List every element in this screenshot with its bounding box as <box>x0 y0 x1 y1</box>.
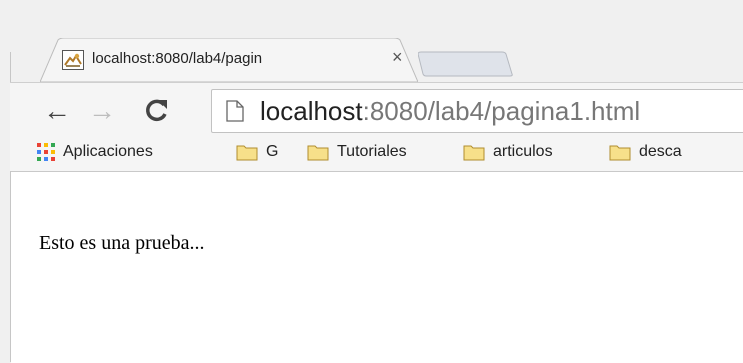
window-left-frame <box>0 0 11 362</box>
bookmark-label: desca <box>639 143 682 161</box>
bookmarks-bar: Aplicaciones G Tutoriales articulos desc… <box>10 139 743 169</box>
active-tab[interactable]: localhost:8080/lab4/pagin × <box>40 38 418 82</box>
bookmark-folder-desca[interactable]: desca <box>609 143 682 161</box>
page-text: Esto es una prueba... <box>39 232 205 254</box>
close-tab-icon[interactable]: × <box>392 47 403 68</box>
bookmark-label: Aplicaciones <box>63 143 153 161</box>
url-host: localhost <box>260 96 363 126</box>
bookmark-aplicaciones[interactable]: Aplicaciones <box>37 143 153 161</box>
browser-toolbar: ← → localhost:8080/lab4/pagina1.html Apl… <box>10 82 743 171</box>
forward-arrow-icon[interactable]: → <box>88 97 116 125</box>
folder-icon <box>463 145 485 161</box>
apps-grid-icon <box>37 143 55 161</box>
folder-icon <box>307 145 329 161</box>
bookmark-folder-g[interactable]: G <box>236 143 278 161</box>
tomcat-icon <box>62 50 84 70</box>
reload-icon[interactable] <box>144 97 170 123</box>
bookmark-label: articulos <box>493 143 553 161</box>
bookmark-label: Tutoriales <box>337 143 407 161</box>
bookmark-folder-tutoriales[interactable]: Tutoriales <box>307 143 407 161</box>
back-arrow-icon[interactable]: ← <box>43 97 71 125</box>
folder-icon <box>609 145 631 161</box>
url-text[interactable]: localhost:8080/lab4/pagina1.html <box>260 96 640 127</box>
url-path: :8080/lab4/pagina1.html <box>362 96 641 126</box>
bookmark-label: G <box>266 143 279 161</box>
page-icon <box>226 100 244 122</box>
page-content: Esto es una prueba... <box>11 171 743 363</box>
folder-icon <box>236 145 258 161</box>
new-tab-button[interactable] <box>417 50 514 78</box>
bookmark-folder-articulos[interactable]: articulos <box>463 143 553 161</box>
tab-title: localhost:8080/lab4/pagin <box>92 50 263 67</box>
address-bar[interactable]: localhost:8080/lab4/pagina1.html <box>211 89 743 133</box>
